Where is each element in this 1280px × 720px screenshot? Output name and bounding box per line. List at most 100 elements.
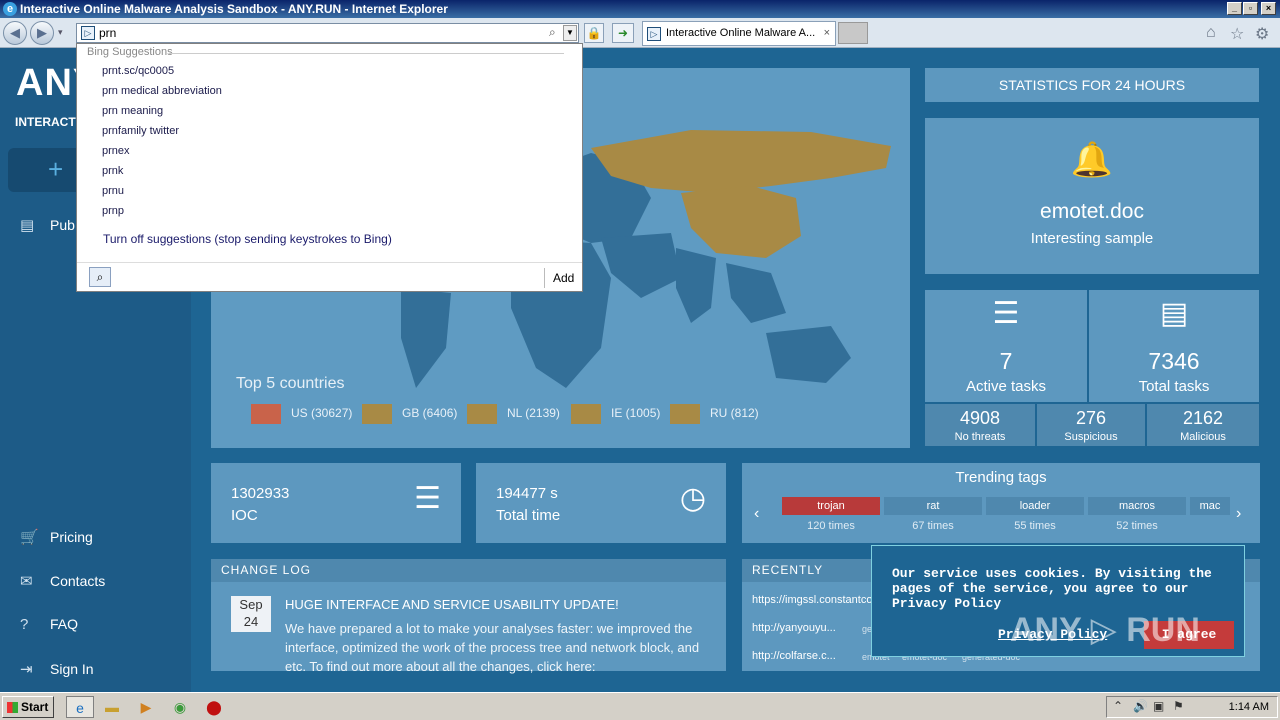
back-button[interactable]: ◀ — [3, 21, 27, 45]
malicious-stat: 2162 Malicious — [1147, 404, 1259, 446]
folder-taskbar-icon[interactable]: ▬ — [98, 696, 126, 718]
server-icon: ☰ — [992, 297, 1020, 330]
tray-expand-icon[interactable]: ⌃ — [1113, 699, 1123, 713]
add-provider-button[interactable]: Add — [553, 271, 574, 285]
sign-in-icon: ⇥ — [20, 661, 33, 678]
tab-anyrun[interactable]: ▷ Interactive Online Malware A... × — [642, 21, 836, 46]
taskbar: Start e ▬ ▶ ◉ ⬤ ⌃ 🔊 ▣ ⚑ 1:14 AM — [0, 692, 1280, 720]
sidebar-item-sign-in[interactable]: ⇥ Sign In — [20, 660, 94, 678]
suggestion-item[interactable]: prnu — [102, 185, 124, 197]
opera-icon[interactable]: ⬤ — [200, 696, 228, 718]
chevron-left-icon[interactable]: ‹ — [754, 505, 759, 523]
recent-row[interactable]: http://yanyouyu... — [752, 622, 836, 634]
address-dropdown-icon[interactable]: ▼ — [563, 25, 577, 41]
address-bar[interactable]: ▷ prn ⌕ ▼ — [76, 23, 579, 43]
start-button[interactable]: Start — [2, 696, 54, 718]
home-icon[interactable]: ⌂ — [1206, 24, 1216, 42]
sidebar-item-pricing[interactable]: 🛒 Pricing — [20, 528, 93, 546]
favorites-star-icon[interactable]: ☆ — [1230, 24, 1244, 44]
suggestion-item[interactable]: prnt.sc/qc0005 — [102, 65, 174, 77]
ioc-count: 1302933 — [231, 485, 290, 502]
map-region-middle-east — [601, 233, 681, 298]
statistics-header: STATISTICS FOR 24 HOURS — [925, 68, 1259, 102]
sidebar-item-public[interactable]: ▤ Pub — [20, 216, 75, 234]
tag-count: 55 times — [1014, 520, 1056, 532]
ie-taskbar-icon[interactable]: e — [66, 696, 94, 718]
changelog-title[interactable]: HUGE INTERFACE AND SERVICE USABILITY UPD… — [285, 597, 619, 612]
forward-button[interactable]: ▶ — [30, 21, 54, 45]
country-label: GB (6406) — [402, 406, 458, 420]
tag-macros[interactable]: macros — [1088, 497, 1186, 515]
active-tasks-card[interactable]: ☰ 7 Active tasks — [925, 290, 1087, 402]
suggestion-item[interactable]: prn meaning — [102, 105, 163, 117]
trending-tags-header: Trending tags — [955, 469, 1047, 486]
sample-name[interactable]: emotet.doc — [925, 200, 1259, 224]
volume-icon[interactable]: 🔊 — [1133, 699, 1148, 713]
sidebar-item-faq[interactable]: ? FAQ — [20, 616, 78, 633]
server-icon: ☰ — [414, 482, 441, 515]
map-region-south-america — [401, 288, 451, 388]
divider — [544, 268, 545, 288]
no-threats-stat: 4908 No threats — [925, 404, 1035, 446]
interesting-sample-card[interactable]: 🔔 emotet.doc Interesting sample — [925, 118, 1259, 274]
changelog-text: We have prepared a lot to make your anal… — [285, 621, 700, 674]
tag-mac[interactable]: mac — [1190, 497, 1230, 515]
suggestion-item[interactable]: prnfamily twitter — [102, 125, 179, 137]
history-dropdown-icon[interactable]: ▾ — [58, 27, 63, 38]
windows-flag-icon — [7, 702, 18, 713]
total-time-card: 194477 s Total time ◷ — [476, 463, 726, 543]
question-icon: ? — [20, 616, 29, 633]
ioc-label: IOC — [231, 507, 258, 524]
top-countries-label: Top 5 countries — [236, 375, 345, 392]
tag-rat[interactable]: rat — [884, 497, 982, 515]
date-day: 24 — [243, 614, 259, 629]
clock[interactable]: 1:14 AM — [1229, 701, 1269, 713]
gear-icon[interactable]: ⚙ — [1255, 24, 1269, 44]
window-titlebar: e Interactive Online Malware Analysis Sa… — [0, 0, 1280, 18]
chevron-right-icon[interactable]: › — [1236, 505, 1241, 523]
network-icon[interactable]: ▣ — [1153, 699, 1164, 713]
tag-count: 67 times — [912, 520, 954, 532]
tag-trojan[interactable]: trojan — [782, 497, 880, 515]
trending-tags-card: Trending tags ‹ trojan 120 times rat 67 … — [742, 463, 1260, 543]
cookie-message: Our service uses cookies. By visiting th… — [892, 566, 1212, 611]
search-provider-icon[interactable]: ⌕ — [89, 267, 111, 287]
system-tray: ⌃ 🔊 ▣ ⚑ 1:14 AM — [1106, 696, 1278, 718]
turn-off-suggestions-link[interactable]: Turn off suggestions (stop sending keyst… — [103, 232, 392, 246]
go-button[interactable]: ➜ — [612, 23, 634, 43]
start-label: Start — [21, 700, 49, 714]
country-swatch — [362, 404, 392, 424]
suspicious-stat: 276 Suspicious — [1037, 404, 1145, 446]
clock-icon: ◷ — [679, 482, 706, 515]
address-input[interactable]: prn — [99, 26, 116, 40]
sidebar-item-label: Contacts — [50, 573, 106, 589]
active-tasks-count: 7 — [999, 348, 1013, 374]
flag-icon[interactable]: ⚑ — [1173, 699, 1184, 713]
suspicious-count: 276 — [1075, 408, 1107, 428]
no-threats-count: 4908 — [959, 408, 1001, 428]
suggestion-item[interactable]: prnk — [102, 165, 123, 177]
recent-row[interactable]: http://colfarse.c... — [752, 650, 836, 662]
maximize-button[interactable]: ▫ — [1243, 2, 1258, 15]
sidebar-item-label: Pub — [50, 217, 75, 233]
tag-loader[interactable]: loader — [986, 497, 1084, 515]
sidebar-item-contacts[interactable]: ✉ Contacts — [20, 572, 105, 590]
new-tab-button[interactable] — [838, 22, 868, 44]
chrome-icon[interactable]: ◉ — [166, 696, 194, 718]
suggestion-item[interactable]: prnex — [102, 145, 130, 157]
minimize-button[interactable]: _ — [1227, 2, 1242, 15]
total-time-label: Total time — [496, 507, 561, 524]
search-icon[interactable]: ⌕ — [549, 25, 556, 40]
suggestion-item[interactable]: prn medical abbreviation — [102, 85, 222, 97]
suspicious-label: Suspicious — [1064, 431, 1118, 443]
sidebar-item-label: FAQ — [50, 616, 79, 632]
tab-close-icon[interactable]: × — [824, 22, 830, 45]
suggestion-item[interactable]: prnp — [102, 205, 124, 217]
lock-icon[interactable]: 🔒 — [584, 23, 604, 43]
change-log-panel: CHANGE LOG Sep 24 HUGE INTERFACE AND SER… — [211, 559, 726, 674]
country-swatch — [251, 404, 281, 424]
total-tasks-card[interactable]: ▤ 7346 Total tasks — [1089, 290, 1259, 402]
media-player-icon[interactable]: ▶ — [132, 696, 160, 718]
close-button[interactable]: × — [1261, 2, 1276, 15]
anyrun-favicon-icon: ▷ — [647, 27, 661, 41]
